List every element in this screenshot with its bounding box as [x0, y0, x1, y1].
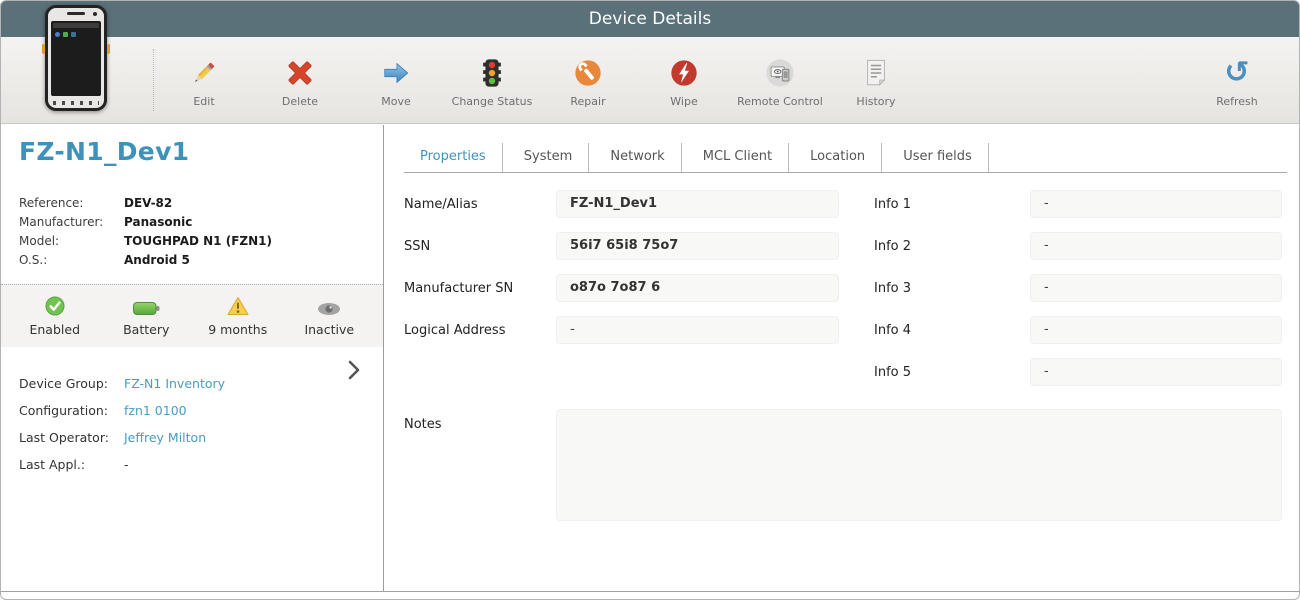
phone-app-icons — [55, 32, 101, 37]
remote-control-button[interactable]: Remote Control — [732, 37, 828, 123]
status-activity[interactable]: Inactive — [284, 285, 376, 347]
wipe-button-label: Wipe — [670, 95, 698, 108]
change-status-button[interactable]: Change Status — [444, 37, 540, 123]
remote-control-button-label: Remote Control — [737, 95, 823, 108]
info2-field: - — [1030, 232, 1282, 260]
status-battery[interactable]: Battery — [101, 285, 193, 347]
warning-triangle-icon — [227, 296, 249, 316]
titlebar: Device Details — [1, 1, 1299, 37]
detail-row-model: Model: TOUGHPAD N1 (FZN1) — [19, 233, 272, 248]
logical-address-field: - — [556, 316, 839, 344]
wipe-button[interactable]: Wipe — [636, 37, 732, 123]
device-group-row[interactable]: Device Group: FZ-N1 Inventory — [19, 370, 371, 397]
move-button[interactable]: Move — [348, 37, 444, 123]
history-button[interactable]: History — [828, 37, 924, 123]
traffic-light-icon — [477, 56, 507, 90]
monitor-phone-icon — [765, 56, 795, 90]
repair-button[interactable]: Repair — [540, 37, 636, 123]
info5-field: - — [1030, 358, 1282, 386]
device-photo — [42, 5, 110, 111]
status-warranty[interactable]: 9 months — [192, 285, 284, 347]
toolbar: Edit Delete Move Change Status Repair Wi… — [1, 37, 1299, 124]
phone-screen — [51, 21, 101, 96]
edit-button-label: Edit — [193, 95, 215, 108]
device-summary-panel: FZ-N1_Dev1 Reference: DEV-82 Manufacture… — [1, 125, 384, 591]
detail-row-os: O.S.: Android 5 — [19, 252, 190, 267]
tab-mcl-client[interactable]: MCL Client — [687, 143, 790, 172]
tab-user-fields[interactable]: User fields — [887, 143, 989, 172]
phone-camera-dot — [93, 12, 97, 16]
change-status-button-label: Change Status — [451, 95, 533, 108]
device-group-link[interactable]: FZ-N1 Inventory — [124, 376, 225, 391]
red-x-icon — [285, 56, 315, 90]
device-details-window: Device Details Edit Delete Move Change S… — [0, 0, 1300, 600]
status-strip: Enabled Battery 9 months Inactive — [1, 284, 383, 347]
toolbar-items: Edit Delete Move Change Status Repair Wi… — [156, 37, 924, 123]
tab-properties[interactable]: Properties — [404, 143, 503, 172]
configuration-link[interactable]: fzn1 0100 — [124, 403, 187, 418]
refresh-button[interactable]: ↺ Refresh — [1189, 37, 1285, 123]
eye-icon — [317, 296, 341, 316]
manufacturer-sn-row: Manufacturer SN o87o 7o87 6 — [404, 274, 839, 302]
device-details-list: Reference: DEV-82 Manufacturer: Panasoni… — [19, 193, 373, 269]
history-button-label: History — [856, 95, 896, 108]
content-area: FZ-N1_Dev1 Reference: DEV-82 Manufacture… — [1, 125, 1299, 591]
detail-row-manufacturer: Manufacturer: Panasonic — [19, 214, 193, 229]
page-title: Device Details — [588, 9, 712, 29]
name-alias-field: FZ-N1_Dev1 — [556, 190, 839, 218]
info3-row: Info 3 - — [874, 274, 1282, 302]
last-appl-row: Last Appl.: - — [19, 457, 129, 472]
properties-right-column: Info 1 - Info 2 - Info 3 - Info 4 - Info… — [874, 190, 1282, 400]
refresh-button-label: Refresh — [1216, 95, 1258, 108]
info1-row: Info 1 - — [874, 190, 1282, 218]
move-button-label: Move — [381, 95, 411, 108]
status-enabled[interactable]: Enabled — [9, 285, 101, 347]
info4-field: - — [1030, 316, 1282, 344]
tab-network[interactable]: Network — [594, 143, 682, 172]
delete-button[interactable]: Delete — [252, 37, 348, 123]
phone-app-desktop-bar — [53, 23, 99, 28]
phone-keys — [53, 101, 99, 105]
ssn-row: SSN 56i7 65i8 75o7 — [404, 232, 839, 260]
tab-location[interactable]: Location — [794, 143, 883, 172]
name-alias-row: Name/Alias FZ-N1_Dev1 — [404, 190, 839, 218]
ssn-field: 56i7 65i8 75o7 — [556, 232, 839, 260]
tab-bar: Properties System Network MCL Client Loc… — [404, 143, 1287, 173]
detail-row-reference: Reference: DEV-82 — [19, 195, 173, 210]
logical-address-row: Logical Address - — [404, 316, 839, 344]
notes-row: Notes — [404, 409, 1282, 521]
toolbar-divider — [153, 49, 154, 111]
refresh-icon: ↺ — [1224, 55, 1250, 90]
device-name: FZ-N1_Dev1 — [19, 137, 190, 166]
pencil-icon — [189, 56, 219, 90]
lightning-icon — [669, 56, 699, 90]
phone-earpiece — [67, 12, 85, 15]
last-operator-link[interactable]: Jeffrey Milton — [124, 430, 206, 445]
blue-arrow-icon — [381, 56, 411, 90]
wrench-icon — [573, 56, 603, 90]
chevron-right-icon[interactable] — [347, 359, 361, 385]
device-links-list: Device Group: FZ-N1 Inventory Configurat… — [19, 370, 371, 478]
info1-field: - — [1030, 190, 1282, 218]
info2-row: Info 2 - — [874, 232, 1282, 260]
info5-row: Info 5 - — [874, 358, 1282, 386]
info3-field: - — [1030, 274, 1282, 302]
info4-row: Info 4 - — [874, 316, 1282, 344]
notes-textarea[interactable] — [556, 409, 1282, 521]
last-operator-row[interactable]: Last Operator: Jeffrey Milton — [19, 424, 371, 451]
edit-button[interactable]: Edit — [156, 37, 252, 123]
manufacturer-sn-field: o87o 7o87 6 — [556, 274, 839, 302]
device-properties-panel: Properties System Network MCL Client Loc… — [385, 125, 1299, 591]
battery-icon — [132, 296, 160, 316]
configuration-row[interactable]: Configuration: fzn1 0100 — [19, 397, 371, 424]
delete-button-label: Delete — [281, 95, 319, 108]
repair-button-label: Repair — [570, 95, 606, 108]
check-circle-icon — [45, 296, 65, 316]
tab-system[interactable]: System — [508, 143, 590, 172]
properties-left-column: Name/Alias FZ-N1_Dev1 SSN 56i7 65i8 75o7… — [404, 190, 839, 358]
document-icon — [861, 56, 891, 90]
bottom-divider — [1, 591, 1299, 592]
